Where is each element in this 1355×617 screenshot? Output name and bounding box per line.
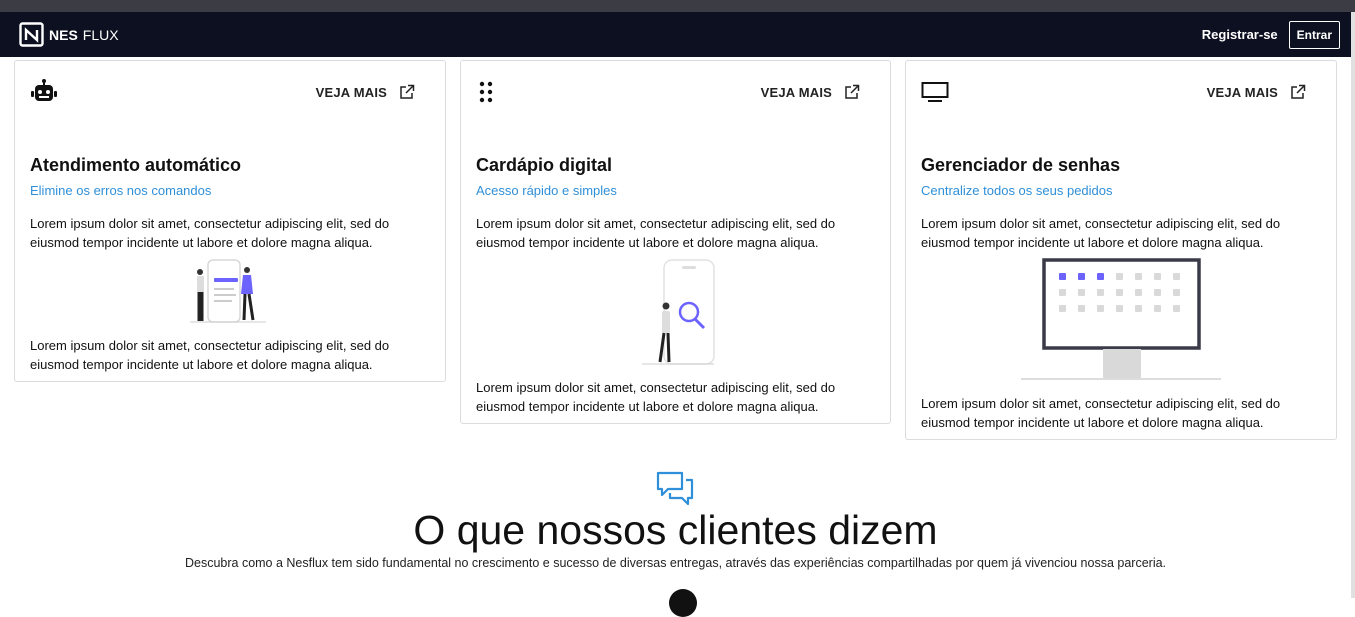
monitor-grid-cell xyxy=(1078,289,1085,296)
card-subtitle: Elimine os erros nos comandos xyxy=(30,183,212,198)
card-more-link[interactable]: VEJA MAIS xyxy=(761,84,860,100)
monitor-grid-cell xyxy=(1097,305,1104,312)
service-card-cardapio: VEJA MAIS Cardápio digital Acesso rápido… xyxy=(460,60,891,424)
external-link-icon xyxy=(1291,84,1306,99)
register-link[interactable]: Registrar-se xyxy=(1202,27,1278,42)
monitor-grid-illustration xyxy=(1021,258,1221,380)
monitor-grid-cell xyxy=(1135,273,1142,280)
card-text-top: Lorem ipsum dolor sit amet, consectetur … xyxy=(921,216,1281,250)
monitor-grid-cell xyxy=(1173,273,1180,280)
phone-search-illustration xyxy=(641,259,715,365)
card-text-bottom: Lorem ipsum dolor sit amet, consectetur … xyxy=(476,380,836,414)
chat-bubbles-icon xyxy=(656,471,694,506)
card-more-label: VEJA MAIS xyxy=(760,84,832,100)
monitor-grid-cell xyxy=(1097,289,1104,296)
card-text-top: Lorem ipsum dolor sit amet, consectetur … xyxy=(476,216,836,250)
monitor-grid-cell xyxy=(1097,273,1104,280)
card-more-link[interactable]: VEJA MAIS xyxy=(1207,84,1306,100)
card-subtitle: Acesso rápido e simples xyxy=(476,183,617,198)
card-title: Cardápio digital xyxy=(476,155,613,175)
brand-logo-link[interactable]: NES FLUX xyxy=(19,22,119,47)
card-text-top: Lorem ipsum dolor sit amet, consectetur … xyxy=(30,216,390,250)
robot-icon xyxy=(30,78,58,106)
card-illustration xyxy=(476,258,875,366)
navbar: NES FLUX Registrar-se Entrar xyxy=(0,12,1355,57)
card-text-bottom: Lorem ipsum dolor sit amet, consectetur … xyxy=(30,338,390,372)
external-link-icon xyxy=(845,84,860,99)
monitor-icon xyxy=(921,78,949,106)
monitor-grid-cell xyxy=(1135,289,1142,296)
monitor-grid-cell xyxy=(1059,273,1066,280)
monitor-grid-cell xyxy=(1135,305,1142,312)
monitor-grid-cell xyxy=(1078,305,1085,312)
page-scrollbar[interactable] xyxy=(1351,12,1355,598)
service-card-senhas: VEJA MAIS Gerenciador de senhas Centrali… xyxy=(905,60,1337,440)
monitor-grid-cell xyxy=(1154,273,1161,280)
monitor-grid-cell xyxy=(1116,305,1123,312)
grip-dots-icon xyxy=(476,78,504,106)
browser-top-strip xyxy=(0,0,1355,12)
nesflux-logo-icon xyxy=(19,22,44,47)
card-more-label: VEJA MAIS xyxy=(1206,84,1278,100)
brand-name-bold: NES xyxy=(49,26,78,43)
monitor-grid-cell xyxy=(1059,305,1066,312)
card-more-link[interactable]: VEJA MAIS xyxy=(316,84,415,100)
people-phone-illustration xyxy=(190,259,266,323)
monitor-grid-cell xyxy=(1116,273,1123,280)
monitor-grid-cell xyxy=(1154,305,1161,312)
card-more-label: VEJA MAIS xyxy=(315,84,387,100)
monitor-grid-cell xyxy=(1059,289,1066,296)
card-text-bottom: Lorem ipsum dolor sit amet, consectetur … xyxy=(921,396,1281,430)
brand-name-light: FLUX xyxy=(82,26,119,43)
card-illustration xyxy=(30,258,430,324)
monitor-grid-cell xyxy=(1078,273,1085,280)
service-card-atendimento: VEJA MAIS Atendimento automático Elimine… xyxy=(14,60,446,382)
external-link-icon xyxy=(400,84,415,99)
card-title: Atendimento automático xyxy=(30,155,242,175)
testimonials-description: Descubra como a Nesflux tem sido fundame… xyxy=(184,556,1167,570)
login-button[interactable]: Entrar xyxy=(1288,20,1340,49)
avatar xyxy=(669,589,697,617)
card-subtitle: Centralize todos os seus pedidos xyxy=(921,183,1113,198)
monitor-grid-cell xyxy=(1173,289,1180,296)
card-title: Gerenciador de senhas xyxy=(921,155,1121,175)
monitor-grid-cell xyxy=(1173,305,1180,312)
testimonials-title: O que nossos clientes dizem xyxy=(413,507,938,553)
monitor-grid-cell xyxy=(1116,289,1123,296)
monitor-grid-cell xyxy=(1154,289,1161,296)
card-illustration xyxy=(921,258,1321,380)
